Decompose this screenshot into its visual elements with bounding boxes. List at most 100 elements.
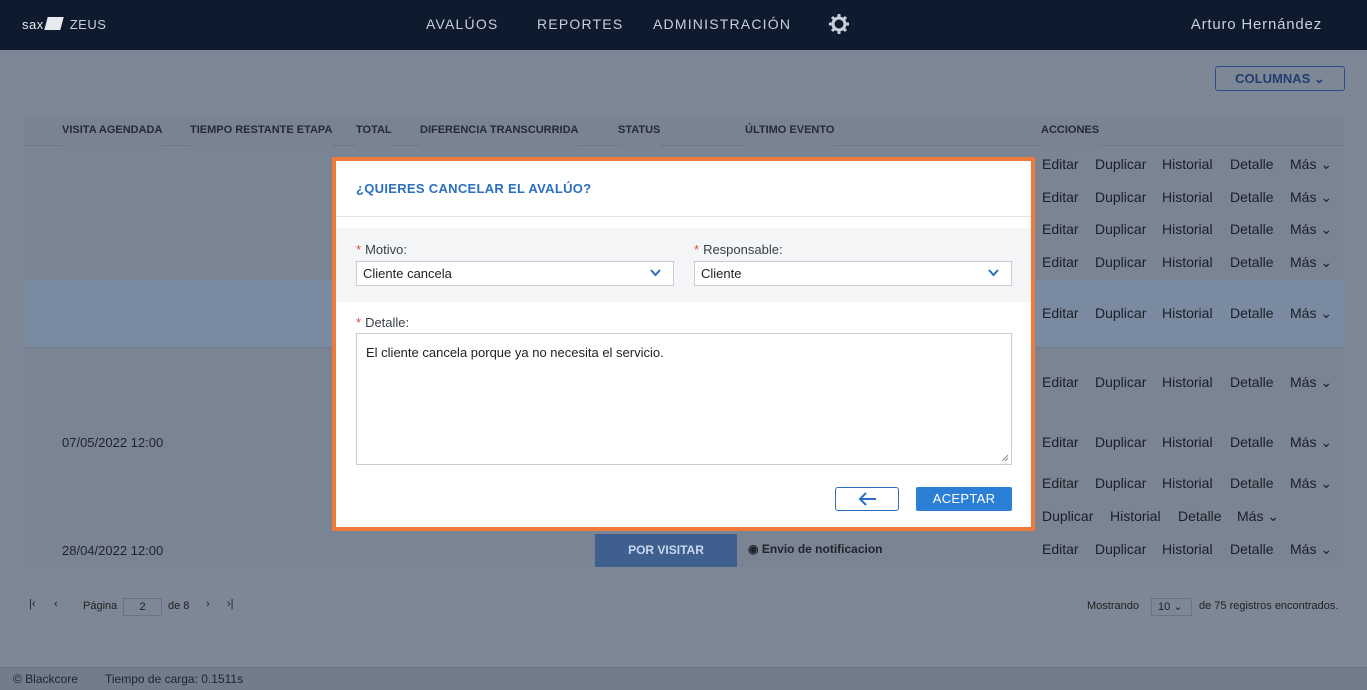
visit-date: 07/05/2022 12:00 [62, 435, 164, 450]
action-dup[interactable]: Duplicar [1095, 374, 1146, 390]
reason-select[interactable]: Cliente cancela [356, 261, 674, 286]
action-more[interactable]: Más ⌄ [1290, 374, 1332, 391]
responsible-label: * Responsable: [694, 242, 783, 257]
action-hist[interactable]: Historial [1110, 508, 1161, 524]
chevron-down-icon [650, 269, 661, 277]
accept-button[interactable]: ACEPTAR [916, 487, 1012, 511]
action-detail[interactable]: Detalle [1230, 434, 1274, 450]
action-more[interactable]: Más ⌄ [1290, 434, 1332, 451]
status-badge: POR VISITAR [595, 534, 737, 567]
col-tiempo-restante[interactable]: TIEMPO RESTANTE ETAPA [190, 115, 333, 146]
action-edit[interactable]: Editar [1042, 156, 1079, 172]
action-dup[interactable]: Duplicar [1042, 508, 1093, 524]
col-diferencia[interactable]: DIFERENCIA TRANSCURRIDA [420, 115, 579, 146]
resize-handle-icon[interactable] [1001, 454, 1009, 462]
nav-administracion[interactable]: ADMINISTRACIÓN [653, 16, 791, 32]
action-detail[interactable]: Detalle [1230, 541, 1274, 557]
action-hist[interactable]: Historial [1162, 541, 1213, 557]
action-hist[interactable]: Historial [1162, 254, 1213, 270]
col-visita-agendada[interactable]: VISITA AGENDADA [62, 115, 163, 146]
reason-label: * Motivo: [356, 242, 407, 257]
action-edit[interactable]: Editar [1042, 221, 1079, 237]
cancel-dialog: ¿QUIERES CANCELAR EL AVALÚO? * Motivo: Cl… [332, 157, 1035, 531]
user-menu[interactable]: Arturo Hernández [1191, 16, 1322, 33]
records-count: de 75 registros encontrados. [1199, 600, 1339, 612]
action-hist[interactable]: Historial [1162, 156, 1213, 172]
columns-button[interactable]: COLUMNAS ⌄ [1215, 66, 1345, 91]
next-page-icon[interactable]: › [206, 598, 210, 610]
action-detail[interactable]: Detalle [1230, 254, 1274, 270]
copyright: © Blackcore [13, 672, 78, 686]
action-more[interactable]: Más ⌄ [1290, 475, 1332, 492]
pagination: |‹ ‹ Página 2 de 8 › ›| Mostrando 10 ⌄ d… [24, 590, 1344, 626]
footer: © Blackcore Tiempo de carga: 0.1511s [0, 667, 1367, 690]
back-button[interactable] [835, 487, 899, 511]
action-edit[interactable]: Editar [1042, 189, 1079, 205]
action-more[interactable]: Más ⌄ [1290, 305, 1332, 322]
brand-logo[interactable]: sax ZEUS [22, 16, 106, 33]
col-acciones: ACCIONES [1041, 115, 1100, 146]
action-detail[interactable]: Detalle [1230, 374, 1274, 390]
action-more[interactable]: Más ⌄ [1237, 508, 1279, 525]
showing-label: Mostrando [1087, 600, 1139, 612]
prev-page-icon[interactable]: ‹ [54, 598, 58, 610]
action-dup[interactable]: Duplicar [1095, 475, 1146, 491]
app-name: ZEUS [69, 17, 107, 32]
action-edit[interactable]: Editar [1042, 254, 1079, 270]
nav-reportes[interactable]: REPORTES [537, 16, 623, 32]
action-more[interactable]: Más ⌄ [1290, 221, 1332, 238]
action-hist[interactable]: Historial [1162, 434, 1213, 450]
detail-label: * Detalle: [356, 315, 410, 330]
action-dup[interactable]: Duplicar [1095, 156, 1146, 172]
action-hist[interactable]: Historial [1162, 374, 1213, 390]
action-detail[interactable]: Detalle [1230, 305, 1274, 321]
action-edit[interactable]: Editar [1042, 475, 1079, 491]
action-detail[interactable]: Detalle [1230, 189, 1274, 205]
divider [336, 216, 1031, 217]
chevron-down-icon [988, 269, 999, 277]
nav-avaluos[interactable]: AVALÚOS [426, 16, 498, 32]
radio-icon: ◉ [748, 542, 759, 556]
gear-icon[interactable] [829, 14, 849, 34]
action-more[interactable]: Más ⌄ [1290, 189, 1332, 206]
arrow-left-icon [858, 492, 876, 506]
last-page-icon[interactable]: ›| [227, 598, 234, 610]
action-dup[interactable]: Duplicar [1095, 434, 1146, 450]
dialog-title: ¿QUIERES CANCELAR EL AVALÚO? [356, 181, 592, 196]
action-edit[interactable]: Editar [1042, 541, 1079, 557]
action-detail[interactable]: Detalle [1178, 508, 1222, 524]
action-dup[interactable]: Duplicar [1095, 541, 1146, 557]
action-edit[interactable]: Editar [1042, 374, 1079, 390]
action-edit[interactable]: Editar [1042, 305, 1079, 321]
action-more[interactable]: Más ⌄ [1290, 156, 1332, 173]
action-hist[interactable]: Historial [1162, 305, 1213, 321]
page-input[interactable]: 2 [123, 598, 162, 616]
first-page-icon[interactable]: |‹ [29, 598, 36, 610]
page-total: de 8 [168, 600, 190, 612]
action-dup[interactable]: Duplicar [1095, 305, 1146, 321]
brand-mark-icon [43, 17, 64, 30]
action-detail[interactable]: Detalle [1230, 156, 1274, 172]
responsible-select[interactable]: Cliente [694, 261, 1012, 286]
action-dup[interactable]: Duplicar [1095, 189, 1146, 205]
action-hist[interactable]: Historial [1162, 221, 1213, 237]
visit-date: 28/04/2022 12:00 [62, 543, 164, 558]
col-ultimo-evento[interactable]: ÚLTIMO EVENTO [745, 115, 835, 146]
per-page-select[interactable]: 10 ⌄ [1151, 598, 1192, 616]
action-edit[interactable]: Editar [1042, 434, 1079, 450]
action-hist[interactable]: Historial [1162, 189, 1213, 205]
page-label: Página [83, 600, 118, 612]
action-more[interactable]: Más ⌄ [1290, 541, 1332, 558]
detail-textarea[interactable]: El cliente cancela porque ya no necesita… [356, 333, 1012, 465]
action-hist[interactable]: Historial [1162, 475, 1213, 491]
action-dup[interactable]: Duplicar [1095, 254, 1146, 270]
action-dup[interactable]: Duplicar [1095, 221, 1146, 237]
action-detail[interactable]: Detalle [1230, 475, 1274, 491]
col-total[interactable]: TOTAL [356, 115, 392, 146]
action-more[interactable]: Más ⌄ [1290, 254, 1332, 271]
col-status[interactable]: STATUS [618, 115, 661, 146]
last-event: ◉ Envio de notificacion [748, 542, 883, 556]
chevron-down-icon: ⌄ [1313, 71, 1325, 86]
action-detail[interactable]: Detalle [1230, 221, 1274, 237]
top-navbar: sax ZEUS AVALÚOS REPORTES ADMINISTRACIÓN … [0, 0, 1367, 50]
